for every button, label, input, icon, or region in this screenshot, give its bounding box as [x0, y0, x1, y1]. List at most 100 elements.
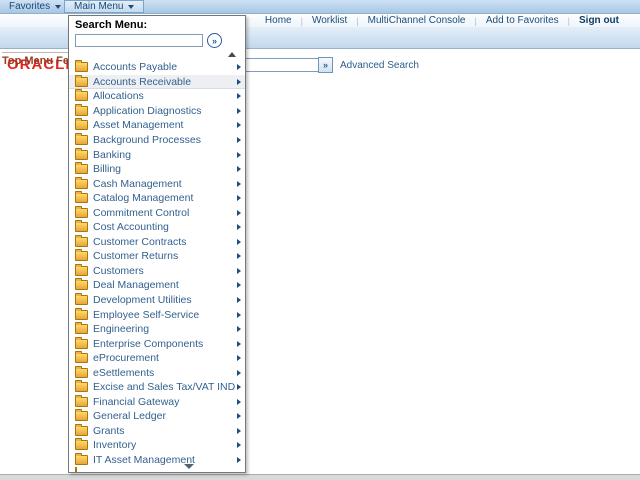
menu-item-label: Development Utilities [93, 294, 192, 307]
advanced-search-link[interactable]: Advanced Search [340, 60, 419, 71]
folder-icon [75, 249, 88, 262]
folder-icon [75, 118, 88, 131]
favorites-menu-label: Favorites [9, 1, 51, 12]
submenu-arrow-icon [237, 122, 241, 129]
nav-link-add-to-favorites[interactable]: Add to Favorites [486, 15, 559, 26]
menu-search-input[interactable] [75, 34, 203, 47]
menu-item-label: Engineering [93, 323, 150, 336]
separator: | [474, 15, 477, 26]
menu-item-label: eProcurement [93, 352, 159, 365]
menu-item[interactable]: Engineering [69, 322, 245, 337]
menu-item[interactable]: Excise and Sales Tax/VAT IND [69, 380, 245, 395]
folder-icon [75, 74, 88, 87]
submenu-arrow-icon [237, 297, 241, 304]
menu-item[interactable]: Development Utilities [69, 293, 245, 308]
menu-item[interactable]: Financial Gateway [69, 394, 245, 410]
submenu-arrow-icon [237, 166, 241, 173]
folder-icon [75, 394, 88, 407]
menu-item-label: Employee Self-Service [93, 308, 200, 321]
menu-item[interactable]: Inventory [69, 438, 245, 453]
menu-search-row: » [75, 33, 245, 48]
main-menu-label: Main Menu [74, 1, 124, 12]
scroll-down-icon[interactable] [184, 464, 194, 469]
menu-item-label: Financial Gateway [93, 395, 180, 408]
folder-icon [75, 162, 88, 175]
menu-item-label: Cost Accounting [93, 221, 169, 234]
menu-item[interactable]: Grants [69, 423, 245, 439]
separator: | [300, 15, 303, 26]
menu-item[interactable]: Commitment Control [69, 205, 245, 220]
menu-item[interactable]: Application Diagnostics [69, 103, 245, 119]
menu-item[interactable]: Accounts Receivable [69, 74, 245, 90]
menu-item-label: Accounts Payable [93, 61, 178, 74]
chevron-down-icon [55, 4, 62, 9]
menu-item[interactable]: Asset Management [69, 118, 245, 133]
header-search-go-button[interactable]: » [318, 57, 333, 73]
menu-item[interactable]: Cash Management [69, 176, 245, 191]
menu-item[interactable]: Background Processes [69, 133, 245, 148]
submenu-arrow-icon [237, 355, 241, 362]
folder-icon [75, 103, 88, 116]
submenu-arrow-icon [237, 267, 241, 274]
menu-list: Accounts Payable Accounts Receivable Alloc… [69, 60, 245, 467]
folder-icon [75, 307, 88, 320]
menu-item[interactable]: Employee Self-Service [69, 307, 245, 322]
submenu-arrow-icon [237, 282, 241, 289]
menu-item-label: IT Asset Management [93, 454, 195, 467]
folder-icon [75, 409, 88, 422]
menu-item[interactable]: Catalog Management [69, 191, 245, 206]
main-menu-dropdown: Search Menu: » Accounts Payable Accounts … [68, 15, 246, 473]
menu-item[interactable]: Banking [69, 147, 245, 162]
nav-link-sign-out[interactable]: Sign out [579, 15, 619, 26]
menu-item[interactable]: Customers [69, 263, 245, 279]
menu-item-label: Background Processes [93, 134, 201, 146]
menu-item-label: Enterprise Components [93, 337, 204, 350]
top-menu-bar: Favorites Main Menu [0, 0, 640, 14]
menu-item[interactable]: Billing [69, 162, 245, 177]
menu-item[interactable]: eSettlements [69, 365, 245, 380]
submenu-arrow-icon [237, 369, 241, 376]
nav-link-multichannel-console[interactable]: MultiChannel Console [368, 15, 466, 26]
menu-item[interactable]: Deal Management [69, 278, 245, 293]
menu-item[interactable]: General Ledger [69, 409, 245, 424]
menu-item-label: Catalog Management [93, 192, 194, 205]
submenu-arrow-icon [237, 93, 241, 100]
folder-icon [75, 467, 77, 472]
nav-link-worklist[interactable]: Worklist [312, 15, 347, 26]
menu-item-label: Excise and Sales Tax/VAT IND [93, 381, 236, 394]
menu-item[interactable]: Allocations [69, 89, 245, 104]
submenu-arrow-icon [237, 151, 241, 158]
menu-item-label: Cash Management [93, 177, 182, 190]
menu-item-partial[interactable] [69, 467, 245, 472]
submenu-arrow-icon [237, 311, 241, 318]
menu-item[interactable]: Enterprise Components [69, 336, 245, 351]
main-menu-tab[interactable]: Main Menu [64, 0, 145, 13]
menu-item[interactable]: Customer Returns [69, 249, 245, 264]
folder-icon [75, 89, 88, 102]
submenu-arrow-icon [237, 238, 241, 245]
separator: | [567, 15, 570, 26]
menu-item-label: Customer Returns [93, 250, 179, 263]
folder-icon [75, 263, 88, 276]
menu-item-label: Application Diagnostics [93, 104, 202, 117]
menu-item[interactable]: Customer Contracts [69, 234, 245, 250]
menu-item[interactable]: IT Asset Management [69, 453, 245, 468]
application-window: Favorites Main Menu Home | Worklist | MultiC… [0, 0, 640, 480]
folder-icon [75, 60, 88, 73]
nav-link-home[interactable]: Home [265, 15, 292, 26]
submenu-arrow-icon [237, 413, 241, 420]
submenu-arrow-icon [237, 180, 241, 187]
submenu-arrow-icon [237, 253, 241, 260]
scroll-up-icon[interactable] [228, 52, 236, 57]
menu-item[interactable]: Accounts Payable [69, 60, 245, 75]
menu-item[interactable]: Cost Accounting [69, 220, 245, 235]
menu-item[interactable]: eProcurement [69, 351, 245, 366]
scroll-up-row [69, 50, 245, 59]
folder-icon [75, 365, 88, 378]
folder-icon [75, 234, 88, 247]
submenu-arrow-icon [237, 64, 241, 71]
submenu-arrow-icon [237, 137, 241, 143]
favorites-menu-tab[interactable]: Favorites [0, 0, 70, 13]
folder-icon [75, 133, 88, 145]
menu-search-go-icon[interactable]: » [207, 33, 222, 48]
